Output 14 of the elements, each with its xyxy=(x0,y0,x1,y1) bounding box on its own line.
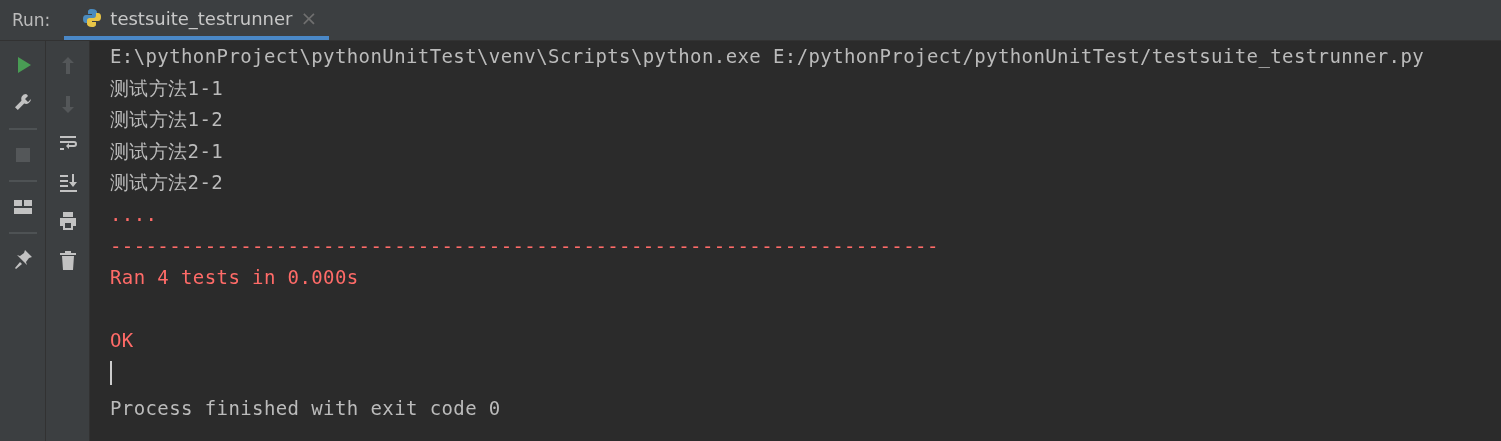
console-line: 测试方法1-2 xyxy=(110,107,225,133)
console-line: ---------------------------------------------------------------------- xyxy=(110,233,940,259)
console-line: E:\pythonProject\pythonUnitTest\venv\Scripts\python.exe E:/pythonProject/pythonUnitTest/testsuite_testrunner.py xyxy=(110,44,1426,70)
tab-label: testsuite_testrunner xyxy=(110,7,293,29)
text-cursor xyxy=(110,360,112,385)
console-line: Process finished with exit code 0 xyxy=(110,395,502,421)
python-icon xyxy=(82,8,103,28)
panel-title: Run: xyxy=(11,10,52,30)
console-line: OK xyxy=(110,328,135,354)
console-line: .... xyxy=(110,201,159,227)
console-line: 测试方法1-1 xyxy=(110,75,225,101)
console-line: 测试方法2-1 xyxy=(110,138,225,164)
console-line: Ran 4 tests in 0.000s xyxy=(110,265,360,291)
console-line: 测试方法2-2 xyxy=(110,170,225,196)
